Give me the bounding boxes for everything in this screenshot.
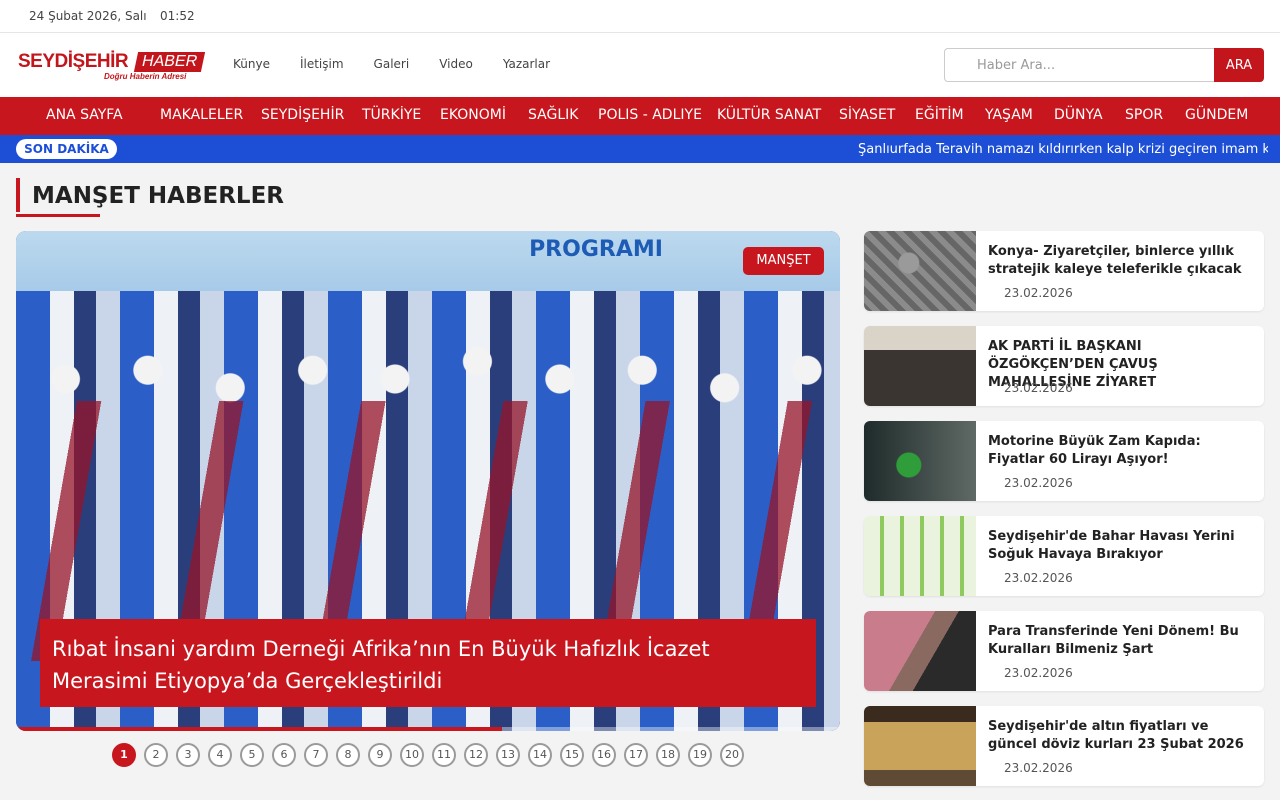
search-box: ARA bbox=[944, 48, 1264, 82]
side-headline-title: Seydişehir'de altın fiyatları ve güncel … bbox=[988, 719, 1244, 752]
current-date: 24 Şubat 2026, Salı bbox=[29, 9, 147, 23]
side-headline-date: 23.02.2026 bbox=[1004, 381, 1073, 395]
main-nav-gundem[interactable]: GÜNDEM bbox=[1185, 107, 1248, 123]
side-headline-thumbnail bbox=[864, 611, 976, 691]
section-accent-bar bbox=[16, 178, 20, 212]
slider-page-1[interactable]: 1 bbox=[112, 743, 136, 767]
main-nav-ana-sayfa[interactable]: ANA SAYFA bbox=[46, 107, 123, 123]
side-headline-title: Seydişehir'de Bahar Havası Yerini Soğuk … bbox=[988, 529, 1235, 562]
breaking-news-bar: SON DAKİKA Şanlıurfada Teravih namazı kı… bbox=[0, 135, 1280, 163]
main-nav-siyaset[interactable]: SİYASET bbox=[839, 107, 895, 123]
slider-page-16[interactable]: 16 bbox=[592, 743, 616, 767]
search-button[interactable]: ARA bbox=[1214, 48, 1264, 82]
main-nav-spor[interactable]: SPOR bbox=[1125, 107, 1163, 123]
slider-page-3[interactable]: 3 bbox=[176, 743, 200, 767]
slider-page-7[interactable]: 7 bbox=[304, 743, 328, 767]
side-headline-title: Para Transferinde Yeni Dönem! Bu Kuralla… bbox=[988, 624, 1239, 657]
slider-page-9[interactable]: 9 bbox=[368, 743, 392, 767]
slider-page-13[interactable]: 13 bbox=[496, 743, 520, 767]
side-headline-thumbnail bbox=[864, 326, 976, 406]
slider-page-6[interactable]: 6 bbox=[272, 743, 296, 767]
side-headline-date: 23.02.2026 bbox=[1004, 666, 1073, 680]
section-title: MANŞET HABERLER bbox=[32, 183, 284, 209]
main-nav-makaleler[interactable]: MAKALELER bbox=[160, 107, 243, 123]
slider-page-10[interactable]: 10 bbox=[400, 743, 424, 767]
section-underline bbox=[16, 214, 100, 217]
top-nav-galeri[interactable]: Galeri bbox=[374, 57, 410, 71]
logo-slogan: Doğru Haberin Adresi bbox=[104, 72, 187, 81]
slider-page-14[interactable]: 14 bbox=[528, 743, 552, 767]
current-time: 01:52 bbox=[160, 9, 195, 23]
headline-caption: Rıbat İnsani yardım Derneği Afrika’nın E… bbox=[40, 619, 816, 707]
headline-slider[interactable]: PROGRAMI MANŞET Rıbat İnsani yardım Dern… bbox=[16, 231, 840, 731]
slider-page-20[interactable]: 20 bbox=[720, 743, 744, 767]
slider-progress-fill bbox=[16, 727, 503, 731]
breaking-news-ticker[interactable]: Şanlıurfada Teravih namazı kıldırırken k… bbox=[858, 142, 1268, 157]
main-nav-ekonomi[interactable]: EKONOMİ bbox=[440, 107, 506, 123]
slider-page-15[interactable]: 15 bbox=[560, 743, 584, 767]
side-headline-card[interactable]: Seydişehir'de Bahar Havası Yerini Soğuk … bbox=[864, 516, 1264, 596]
slider-progress bbox=[16, 727, 840, 731]
side-headline-date: 23.02.2026 bbox=[1004, 571, 1073, 585]
top-nav-video[interactable]: Video bbox=[439, 57, 473, 71]
main-nav-dunya[interactable]: DÜNYA bbox=[1054, 107, 1103, 123]
site-header: SEYDİŞEHİR HABER Doğru Haberin Adresi Kü… bbox=[0, 33, 1280, 97]
side-headline-card[interactable]: Motorine Büyük Zam Kapıda: Fiyatlar 60 L… bbox=[864, 421, 1264, 501]
main-nav-saglik[interactable]: SAĞLIK bbox=[528, 107, 578, 123]
side-headline-thumbnail bbox=[864, 516, 976, 596]
top-nav-yazarlar[interactable]: Yazarlar bbox=[503, 57, 550, 71]
logo-name: SEYDİŞEHİR bbox=[18, 51, 129, 72]
side-headline-card[interactable]: Konya- Ziyaretçiler, binlerce yıllık str… bbox=[864, 231, 1264, 311]
side-headline-date: 23.02.2026 bbox=[1004, 476, 1073, 490]
main-nav-seydisehir[interactable]: SEYDİŞEHİR bbox=[261, 107, 344, 123]
manset-badge: MANŞET bbox=[743, 247, 824, 275]
side-headline-card[interactable]: Seydişehir'de altın fiyatları ve güncel … bbox=[864, 706, 1264, 786]
side-headline-card[interactable]: Para Transferinde Yeni Dönem! Bu Kuralla… bbox=[864, 611, 1264, 691]
top-nav-iletisim[interactable]: İletişim bbox=[300, 57, 344, 71]
slider-page-11[interactable]: 11 bbox=[432, 743, 456, 767]
slider-page-5[interactable]: 5 bbox=[240, 743, 264, 767]
top-nav: Künye İletişim Galeri Video Yazarlar bbox=[233, 57, 580, 71]
top-nav-kunye[interactable]: Künye bbox=[233, 57, 270, 71]
site-logo[interactable]: SEYDİŞEHİR HABER Doğru Haberin Adresi bbox=[18, 51, 206, 85]
side-headline-title: Motorine Büyük Zam Kapıda: Fiyatlar 60 L… bbox=[988, 434, 1201, 467]
side-headline-date: 23.02.2026 bbox=[1004, 286, 1073, 300]
slider-page-17[interactable]: 17 bbox=[624, 743, 648, 767]
slider-page-19[interactable]: 19 bbox=[688, 743, 712, 767]
side-headline-thumbnail bbox=[864, 706, 976, 786]
hero-photo-banner: PROGRAMI bbox=[529, 237, 663, 262]
side-headline-date: 23.02.2026 bbox=[1004, 761, 1073, 775]
side-headline-card[interactable]: AK PARTİ İL BAŞKANI ÖZGÖKÇEN’DEN ÇAVUŞ M… bbox=[864, 326, 1264, 406]
side-headline-thumbnail bbox=[864, 421, 976, 501]
breaking-news-label: SON DAKİKA bbox=[16, 139, 117, 159]
main-nav-polis-adliye[interactable]: POLIS - ADLIYE bbox=[598, 107, 702, 123]
slider-page-12[interactable]: 12 bbox=[464, 743, 488, 767]
side-headline-thumbnail bbox=[864, 231, 976, 311]
slider-page-8[interactable]: 8 bbox=[336, 743, 360, 767]
main-nav-yasam[interactable]: YAŞAM bbox=[985, 107, 1033, 123]
slider-page-2[interactable]: 2 bbox=[144, 743, 168, 767]
main-nav-turkiye[interactable]: TÜRKİYE bbox=[362, 107, 421, 123]
slider-page-18[interactable]: 18 bbox=[656, 743, 680, 767]
slider-page-4[interactable]: 4 bbox=[208, 743, 232, 767]
main-nav-kultur-sanat[interactable]: KÜLTÜR SANAT bbox=[717, 107, 821, 123]
main-nav-egitim[interactable]: EĞİTİM bbox=[915, 107, 964, 123]
main-nav: ANA SAYFA MAKALELER SEYDİŞEHİR TÜRKİYE E… bbox=[0, 97, 1280, 135]
side-headline-title: Konya- Ziyaretçiler, binlerce yıllık str… bbox=[988, 244, 1242, 277]
headline-title: Rıbat İnsani yardım Derneği Afrika’nın E… bbox=[52, 637, 710, 693]
search-input[interactable] bbox=[944, 48, 1216, 82]
logo-tag: HABER bbox=[133, 52, 206, 72]
top-bar: 24 Şubat 2026, Salı 01:52 bbox=[0, 0, 1280, 33]
